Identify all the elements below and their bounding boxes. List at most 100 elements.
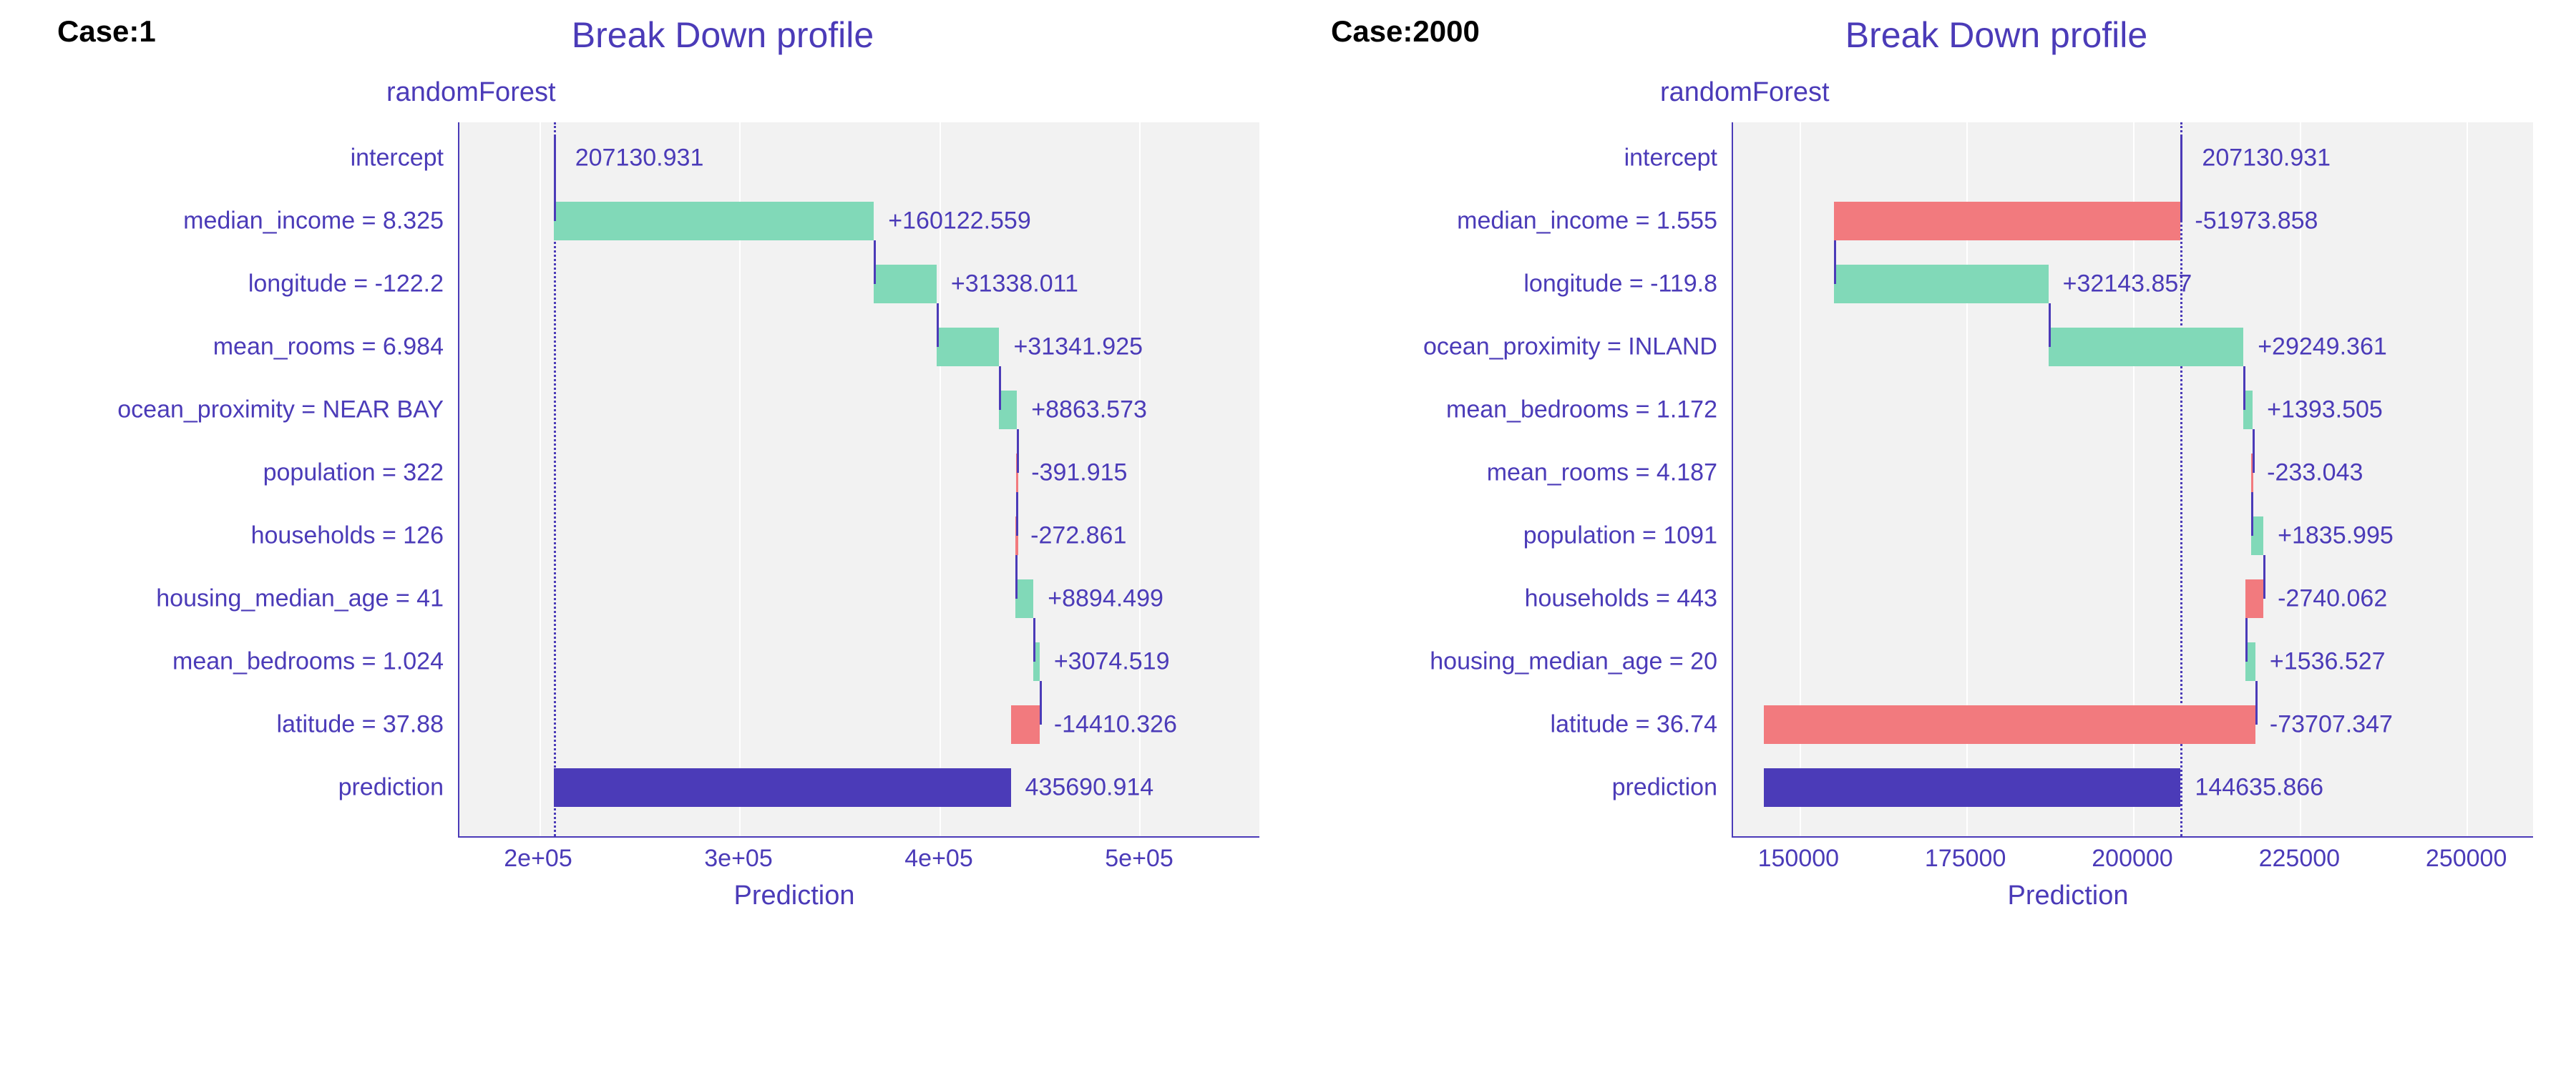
x-title: Prediction xyxy=(329,881,1259,911)
x-tick: 2e+05 xyxy=(504,845,572,873)
connector xyxy=(2049,303,2051,347)
contribution-bar xyxy=(2049,328,2244,366)
panel-case-1: Case:1 Break Down profile randomForest i… xyxy=(14,14,1288,1059)
row-value: 435690.914 xyxy=(1025,774,1154,802)
x-tick: 200000 xyxy=(2092,845,2172,873)
row-label: mean_bedrooms = 1.172 xyxy=(1446,396,1717,424)
gridline xyxy=(2467,122,2468,836)
row-value: +31341.925 xyxy=(1013,333,1143,361)
row-value: +1536.527 xyxy=(2270,648,2386,676)
connector xyxy=(2253,429,2255,473)
row-value: +8863.573 xyxy=(1031,396,1147,424)
contribution-bar xyxy=(1764,705,2255,744)
x-tick: 175000 xyxy=(1925,845,2006,873)
row-value: 144635.866 xyxy=(2195,774,2323,802)
chart-area: 207130.931 +160122.559 +31338.011 +31341.92… xyxy=(458,122,1259,838)
contribution-bar xyxy=(937,328,1000,366)
row-value: -2740.062 xyxy=(2278,585,2387,613)
connector xyxy=(1017,429,1019,473)
chart-subtitle: randomForest xyxy=(1317,77,2533,108)
contribution-bar xyxy=(554,202,874,240)
row-value: +31338.011 xyxy=(951,270,1078,298)
intercept-mark xyxy=(2180,137,2182,180)
row-label: intercept xyxy=(351,144,444,172)
contribution-bar xyxy=(1011,705,1040,744)
connector xyxy=(554,177,556,221)
row-value: +8894.499 xyxy=(1048,585,1163,613)
x-labels: 2e+05 3e+05 4e+05 5e+05 xyxy=(458,838,1259,881)
row-value: +32143.857 xyxy=(2063,270,2192,298)
row-value: -73707.347 xyxy=(2270,711,2393,739)
contribution-bar xyxy=(1834,202,2180,240)
row-label: households = 443 xyxy=(1525,585,1717,613)
x-title: Prediction xyxy=(1603,881,2533,911)
row-value: +29249.361 xyxy=(2258,333,2387,361)
row-label: households = 126 xyxy=(251,522,444,550)
connector xyxy=(1016,492,1018,536)
row-value: +3074.519 xyxy=(1054,648,1170,676)
prediction-bar xyxy=(554,768,1011,807)
chart-area: 207130.931 -51973.858 +32143.857 +29249.361… xyxy=(1732,122,2533,838)
row-label: mean_rooms = 4.187 xyxy=(1487,459,1717,487)
chart-container: Case:1 Break Down profile randomForest i… xyxy=(14,14,2562,1059)
contribution-bar xyxy=(1015,579,1033,618)
x-tick: 3e+05 xyxy=(704,845,773,873)
connector xyxy=(2180,177,2182,221)
connector xyxy=(2251,492,2253,536)
row-label: prediction xyxy=(1612,774,1717,802)
x-tick: 4e+05 xyxy=(904,845,973,873)
contribution-bar xyxy=(874,265,937,303)
connector xyxy=(999,366,1001,410)
row-label: population = 322 xyxy=(263,459,444,487)
row-label: mean_bedrooms = 1.024 xyxy=(172,648,444,676)
intercept-mark xyxy=(554,137,556,180)
row-value: -51973.858 xyxy=(2195,207,2318,235)
row-label: longitude = -122.2 xyxy=(248,270,444,298)
chart-subtitle: randomForest xyxy=(43,77,1259,108)
row-value: -233.043 xyxy=(2267,459,2363,487)
connector xyxy=(874,240,876,284)
panel-case-2000: Case:2000 Break Down profile randomFores… xyxy=(1288,14,2562,1059)
case-label: Case:1 xyxy=(57,14,156,49)
connector xyxy=(1040,681,1042,725)
connector xyxy=(1033,618,1035,662)
row-value: 207130.931 xyxy=(575,144,704,172)
connector xyxy=(1834,240,1836,284)
row-label: latitude = 36.74 xyxy=(1551,711,1717,739)
row-label: housing_median_age = 41 xyxy=(156,585,444,613)
prediction-bar xyxy=(1764,768,2180,807)
connector xyxy=(1015,555,1018,599)
connector xyxy=(2255,681,2258,725)
x-tick: 5e+05 xyxy=(1105,845,1174,873)
row-label: median_income = 1.555 xyxy=(1457,207,1717,235)
connector xyxy=(2263,555,2265,599)
row-value: +1835.995 xyxy=(2278,522,2394,550)
row-label: housing_median_age = 20 xyxy=(1430,648,1717,676)
y-labels: intercept median_income = 8.325 longitude … xyxy=(43,122,458,838)
row-label: ocean_proximity = NEAR BAY xyxy=(117,396,444,424)
chart-title: Break Down profile xyxy=(43,14,1259,56)
x-tick: 250000 xyxy=(2426,845,2507,873)
contribution-bar xyxy=(1834,265,2048,303)
row-label: mean_rooms = 6.984 xyxy=(213,333,444,361)
x-tick: 225000 xyxy=(2259,845,2340,873)
connector xyxy=(2245,618,2248,662)
row-label: median_income = 8.325 xyxy=(183,207,444,235)
connector xyxy=(2243,366,2245,410)
row-label: longitude = -119.8 xyxy=(1523,270,1717,298)
plot-area: intercept median_income = 8.325 longitude … xyxy=(43,122,1259,838)
row-value: -391.915 xyxy=(1031,459,1127,487)
row-value: 207130.931 xyxy=(2202,144,2331,172)
row-label: intercept xyxy=(1624,144,1717,172)
row-value: -272.861 xyxy=(1030,522,1126,550)
connector xyxy=(937,303,939,347)
case-label: Case:2000 xyxy=(1331,14,1480,49)
x-labels: 150000175000200000225000250000 xyxy=(1732,838,2533,881)
row-label: latitude = 37.88 xyxy=(277,711,444,739)
gridline xyxy=(540,122,541,836)
contribution-bar xyxy=(999,391,1017,429)
contribution-bar xyxy=(2245,579,2264,618)
y-labels: intercept median_income = 1.555 longitude … xyxy=(1317,122,1732,838)
row-value: -14410.326 xyxy=(1054,711,1177,739)
row-value: +160122.559 xyxy=(888,207,1030,235)
